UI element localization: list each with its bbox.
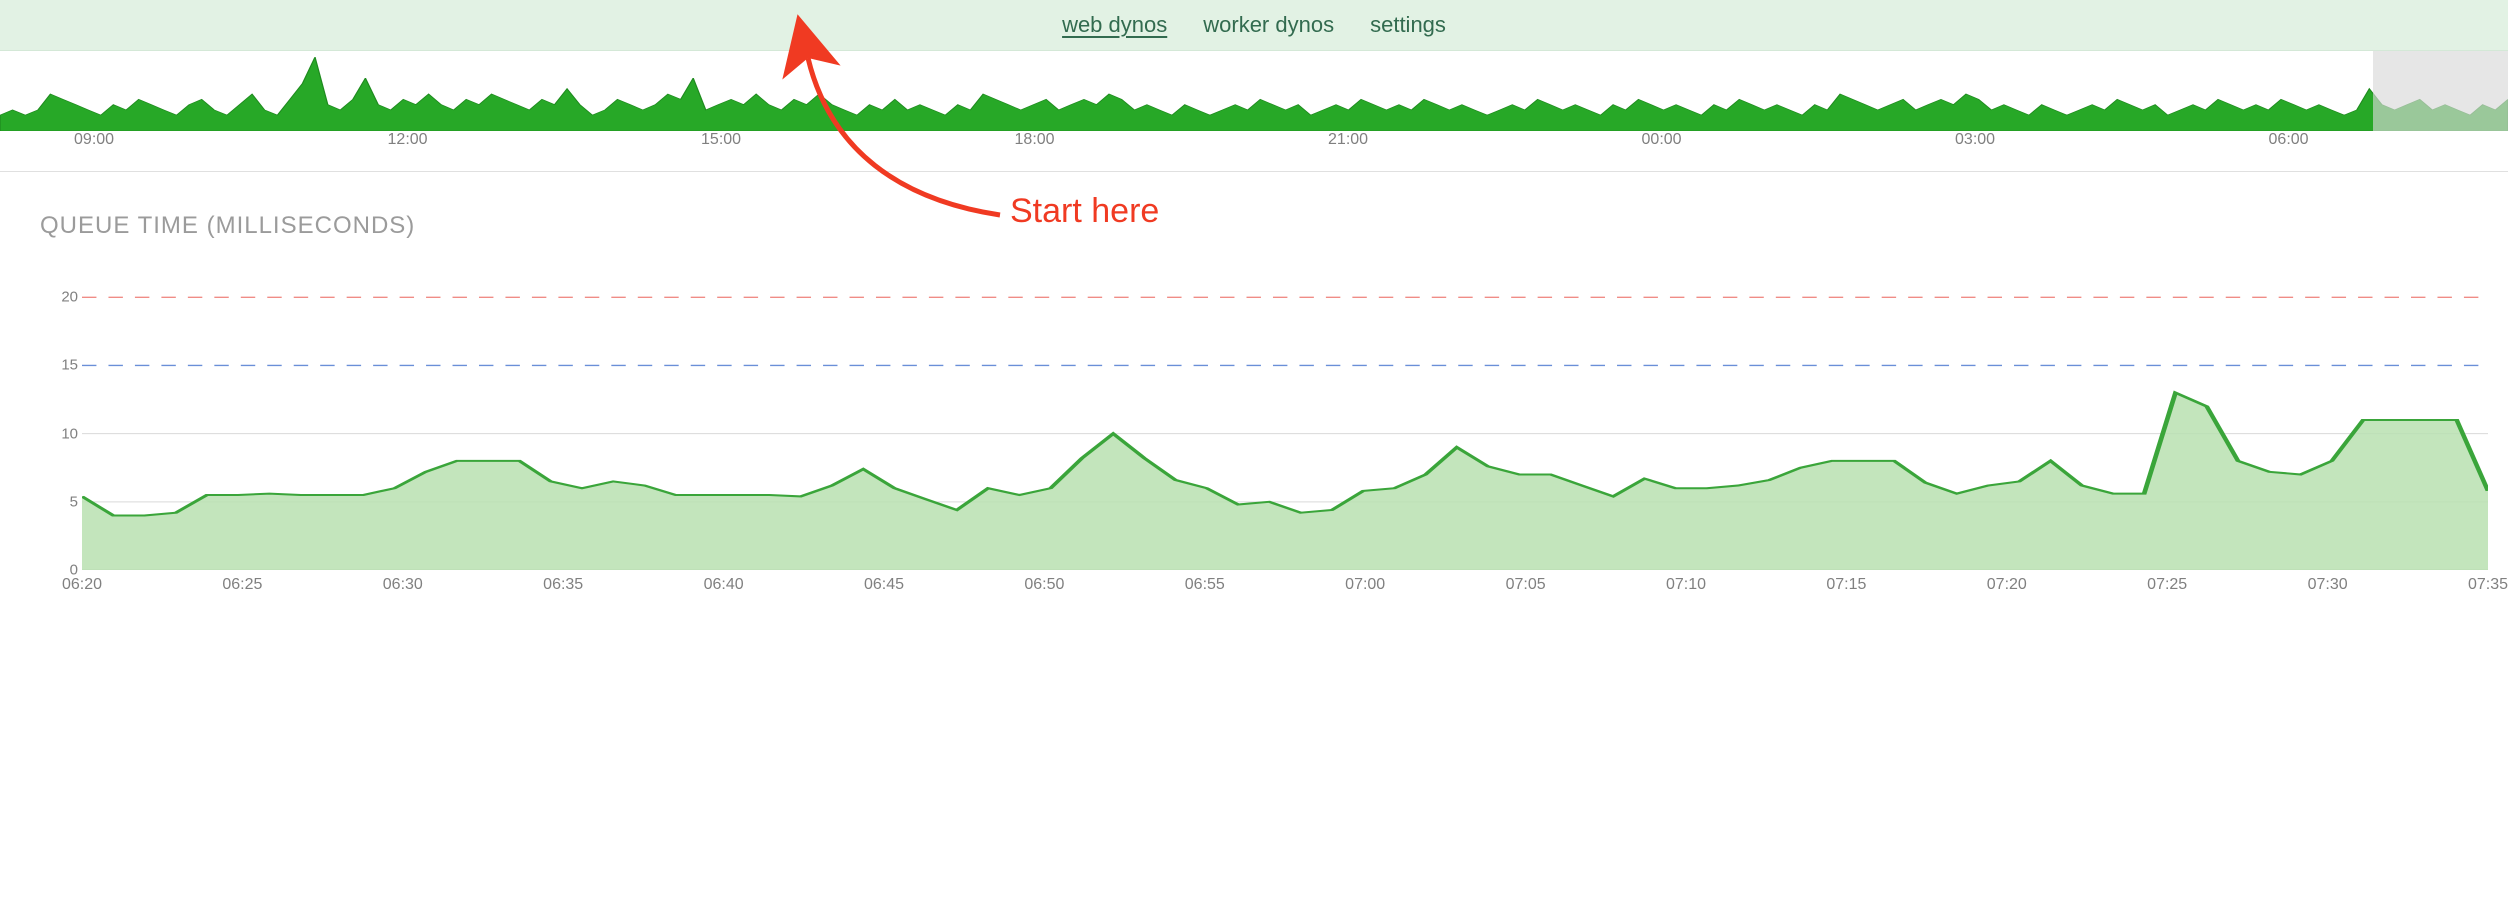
overview-x-axis: 09:0012:0015:0018:0021:0000:0003:0006:00 [0,131,2508,155]
queue-time-section: QUEUE TIME (MILLISECONDS) 05101520 06:20… [0,172,2508,610]
top-nav: web dynos worker dynos settings [0,0,2508,51]
plot-area [82,270,2488,570]
overview-brush[interactable] [2373,51,2508,131]
y-axis: 05101520 [44,270,82,570]
x-axis: 06:2006:2506:3006:3506:4006:4506:5006:55… [82,570,2488,610]
overview-timeline[interactable]: 09:0012:0015:0018:0021:0000:0003:0006:00 [0,51,2508,172]
overview-sparkline [0,51,2508,131]
queue-time-chart: 05101520 06:2006:2506:3006:3506:4006:450… [44,270,2488,610]
tab-web-dynos[interactable]: web dynos [1062,12,1167,38]
chart-title: QUEUE TIME (MILLISECONDS) [40,212,2508,240]
tab-settings[interactable]: settings [1370,12,1446,38]
tab-worker-dynos[interactable]: worker dynos [1203,12,1334,38]
